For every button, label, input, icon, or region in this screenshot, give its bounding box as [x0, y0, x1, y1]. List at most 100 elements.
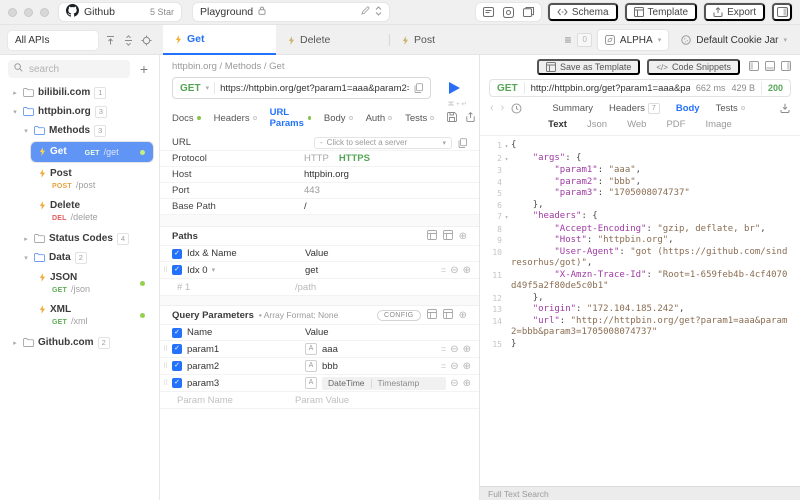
drag-handle-icon[interactable]: ⠿ — [163, 379, 172, 387]
send-button[interactable] — [441, 82, 467, 94]
remove-row-icon[interactable]: ⊖ — [450, 265, 458, 276]
config-button[interactable]: CONFIG — [377, 310, 421, 321]
environment-select[interactable]: ALPHA ▾ — [598, 30, 668, 50]
full-text-search-input[interactable] — [486, 488, 788, 500]
cell-name[interactable]: # 1 — [177, 282, 295, 293]
workspace-switcher[interactable]: Playground — [193, 3, 389, 21]
close-window-icon[interactable] — [8, 8, 17, 17]
full-text-search-bar[interactable] — [480, 486, 800, 500]
tree-item-github-com[interactable]: ▸Github.com2 — [5, 333, 154, 352]
row-checkbox[interactable]: ✓ — [172, 265, 182, 275]
request-tab-docs[interactable]: Docs — [172, 107, 201, 129]
cell-name[interactable]: Param Name — [177, 395, 295, 406]
text-edit-icon[interactable] — [443, 309, 453, 322]
api-hub-icon[interactable] — [503, 7, 514, 18]
tree-item-json[interactable]: JSONGET/json — [31, 269, 153, 298]
tree-item-post[interactable]: PostPOST/post — [31, 165, 153, 194]
template-button[interactable]: Template — [625, 3, 698, 21]
row-checkbox[interactable]: ✓ — [172, 344, 182, 354]
setting-value[interactable]: 443 — [304, 185, 320, 196]
tree-item-delete[interactable]: DeleteDEL/delete — [31, 197, 153, 226]
add-request-button[interactable]: + — [137, 62, 151, 76]
copy-url-icon[interactable] — [414, 83, 423, 93]
minimize-window-icon[interactable] — [24, 8, 33, 17]
more-options-icon[interactable]: = — [441, 361, 446, 371]
text-edit-icon[interactable] — [443, 230, 453, 243]
request-queue-icon[interactable]: ≡ — [564, 33, 571, 47]
request-tab-body[interactable]: Body — [324, 107, 353, 129]
more-options-icon[interactable]: = — [441, 344, 446, 354]
fold-toggle-icon[interactable]: ▾ — [502, 140, 511, 153]
save-as-template-button[interactable]: Save as Template — [537, 59, 640, 75]
cell-value[interactable]: ADateTimeTimestamp — [305, 377, 446, 390]
cell-value[interactable]: Abbb — [305, 360, 437, 372]
remove-row-icon[interactable]: ⊖ — [450, 361, 458, 372]
caret-icon[interactable]: ▸ — [11, 339, 19, 347]
drag-handle-icon[interactable]: ⠿ — [163, 362, 172, 370]
fold-toggle-icon[interactable]: ▾ — [502, 211, 511, 224]
locate-request-icon[interactable] — [141, 35, 152, 46]
row-checkbox[interactable]: ✓ — [172, 361, 182, 371]
server-select[interactable]: - Click to select a server ▾ — [314, 137, 452, 149]
add-row-icon[interactable]: ⊕ — [463, 265, 471, 276]
caret-icon[interactable]: ▾ — [22, 254, 30, 262]
view-tab-web[interactable]: Web — [627, 119, 646, 130]
caret-icon[interactable]: ▾ — [11, 108, 19, 116]
share-request-icon[interactable] — [466, 112, 475, 125]
collapse-all-icon[interactable] — [105, 35, 116, 46]
tab-post[interactable]: Post — [390, 25, 503, 55]
cookie-jar-select[interactable]: Default Cookie Jar ▾ — [674, 30, 794, 50]
setting-value[interactable]: / — [304, 201, 307, 212]
cell-value[interactable]: get — [305, 265, 437, 276]
view-tab-text[interactable]: Text — [548, 119, 567, 130]
protocol-option-https[interactable]: HTTPS — [339, 153, 370, 164]
drag-handle-icon[interactable]: ⠿ — [163, 345, 172, 353]
drag-handle-icon[interactable]: ⠿ — [163, 266, 172, 274]
tree-item-httpbin-org[interactable]: ▾httpbin.org3 — [5, 102, 154, 121]
expand-all-icon[interactable] — [123, 35, 134, 46]
edit-icon[interactable] — [361, 6, 370, 18]
more-options-icon[interactable]: = — [441, 265, 446, 275]
history-forward-icon[interactable]: › — [501, 102, 505, 114]
cell-value[interactable]: Param Value — [295, 395, 471, 406]
search-field[interactable] — [27, 63, 124, 76]
cell-value[interactable]: Aaaa — [305, 343, 437, 355]
cell-name[interactable]: param3 — [187, 378, 305, 389]
caret-icon[interactable]: ▸ — [11, 89, 19, 97]
copy-server-icon[interactable] — [458, 138, 467, 148]
tab-delete[interactable]: Delete — [276, 25, 389, 55]
project-switcher[interactable]: Github 5 Star — [59, 3, 181, 21]
tree-item-status-codes[interactable]: ▸Status Codes4 — [5, 229, 154, 248]
add-param-icon[interactable]: ⊕ — [459, 310, 467, 321]
layout-left-icon[interactable] — [749, 61, 759, 74]
row-checkbox[interactable]: ✓ — [172, 378, 182, 388]
view-tab-pdf[interactable]: PDF — [666, 119, 685, 130]
dynamic-value-chip[interactable]: DateTimeTimestamp — [322, 377, 446, 390]
request-tab-url-params[interactable]: URL Params — [270, 107, 311, 129]
tree-item-get[interactable]: GetGET/get — [31, 142, 153, 162]
maximize-window-icon[interactable] — [40, 8, 49, 17]
view-tab-json[interactable]: Json — [587, 119, 607, 130]
tab-get[interactable]: Get — [163, 25, 276, 55]
add-row-icon[interactable]: ⊕ — [463, 344, 471, 355]
response-tab-body[interactable]: Body — [676, 103, 700, 114]
api-filter-select[interactable]: All APIs — [8, 31, 98, 50]
method-select[interactable]: GET — [180, 83, 201, 94]
remove-row-icon[interactable]: ⊖ — [450, 378, 458, 389]
tree-item-xml[interactable]: XMLGET/xml — [31, 301, 153, 330]
response-tab-tests[interactable]: Tests — [716, 103, 745, 114]
cell-name[interactable]: param2 — [187, 361, 305, 372]
request-tab-tests[interactable]: Tests — [405, 107, 434, 129]
select-all-checkbox[interactable]: ✓ — [172, 249, 182, 259]
cell-name[interactable]: param1 — [187, 344, 305, 355]
request-tab-headers[interactable]: Headers — [214, 107, 257, 129]
caret-icon[interactable]: ▸ — [22, 235, 30, 243]
tree-item-data[interactable]: ▾Data2 — [5, 248, 154, 267]
code-snippets-button[interactable]: </> Code Snippets — [647, 59, 740, 75]
type-string-icon[interactable]: A — [305, 343, 317, 355]
history-back-icon[interactable]: ‹ — [490, 102, 494, 114]
history-icon[interactable] — [511, 103, 522, 114]
caret-icon[interactable]: ▾ — [22, 127, 30, 135]
url-input[interactable]: GET ▾ https://httpbin.org/get?param1=aaa… — [172, 77, 431, 99]
url-value[interactable]: https://httpbin.org/get?param1=aaa&param… — [220, 83, 409, 94]
